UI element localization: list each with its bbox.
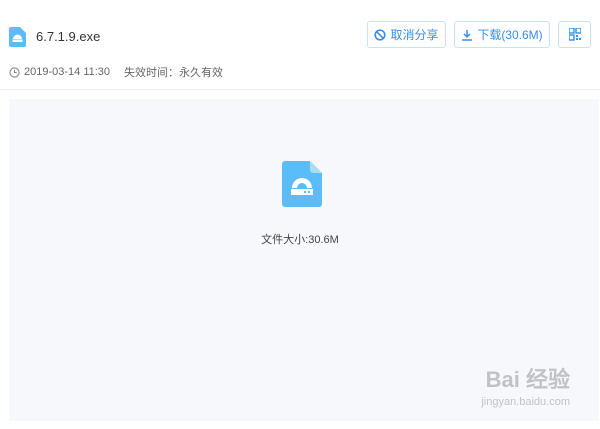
download-label: 下载(30.6M)	[477, 28, 543, 42]
share-date: 2019-03-14 11:30	[24, 66, 111, 78]
watermark-url: jingyan.baidu.com	[481, 396, 570, 408]
download-button[interactable]: 下载(30.6M)	[454, 21, 550, 48]
file-meta: 2019-03-14 11:30 失效时间：永久有效	[9, 64, 223, 80]
exe-file-icon	[9, 27, 26, 47]
file-name: 6.7.1.9.exe	[36, 29, 101, 44]
clock-icon	[9, 66, 20, 78]
download-icon	[462, 29, 473, 41]
watermark-brand: Bai 经验	[485, 367, 570, 392]
file-size-label: 文件大小:30.6M	[261, 234, 339, 246]
cancel-share-label: 取消分享	[390, 28, 439, 42]
expiry-text: 失效时间：永久有效	[124, 67, 224, 79]
cancel-share-button[interactable]: 取消分享	[367, 21, 446, 48]
qr-code-icon	[568, 28, 581, 41]
exe-file-large-icon	[282, 161, 322, 207]
qr-code-button[interactable]	[558, 21, 591, 48]
header-divider	[0, 89, 600, 90]
ban-icon	[374, 28, 387, 41]
